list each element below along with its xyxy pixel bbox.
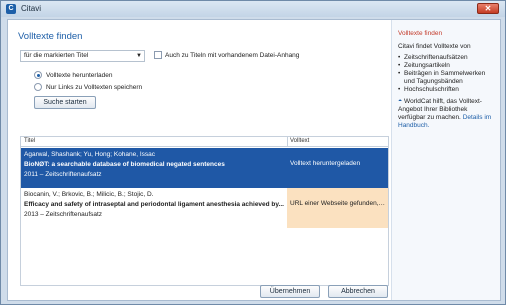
table-row[interactable]: Biocanin, V.; Brkovic, B.; Milicic, B.; … bbox=[21, 188, 388, 228]
list-item: Zeitungsartikeln bbox=[398, 62, 494, 70]
list-item: Hochschulschriften bbox=[398, 86, 494, 94]
row-meta: 2011 – Zeitschriftenaufsatz bbox=[24, 171, 102, 178]
title-bar[interactable]: C Citavi ✕ bbox=[1, 1, 505, 17]
attachment-checkbox-row[interactable]: Auch zu Titeln mit vorhandenem Datei-Anh… bbox=[154, 51, 299, 59]
sidebar-intro: Citavi findet Volltexte von bbox=[398, 43, 471, 50]
table-row[interactable]: Agarwal, Shashank; Yu, Hong; Kohane, Iss… bbox=[21, 148, 388, 188]
fulltext-cell: URL einer Webseite gefunden, v... bbox=[287, 188, 388, 228]
worldcat-note: ◓ WorldCat hilft, das Volltext-Angebot I… bbox=[398, 98, 494, 130]
table-header: Titel Volltext bbox=[21, 137, 388, 147]
row-authors: Agarwal, Shashank; Yu, Hong; Kohane, Iss… bbox=[24, 151, 156, 158]
list-item: Zeitschriftenaufsätzen bbox=[398, 54, 494, 62]
scope-select-value: für die markierten Titel bbox=[24, 52, 89, 59]
column-header-fulltext[interactable]: Volltext bbox=[290, 138, 309, 144]
apply-button[interactable]: Übernehmen bbox=[260, 285, 320, 298]
list-item: Beiträgen in Sammelwerken und Tagungsbän… bbox=[398, 70, 494, 86]
attachment-checkbox[interactable] bbox=[154, 51, 162, 59]
row-meta: 2013 – Zeitschriftenaufsatz bbox=[24, 211, 103, 218]
row-authors: Biocanin, V.; Brkovic, B.; Milicic, B.; … bbox=[24, 191, 154, 198]
attachment-checkbox-label: Auch zu Titeln mit vorhandenem Datei-Anh… bbox=[165, 51, 300, 59]
dialog-content: Volltexte finden für die markierten Tite… bbox=[7, 19, 501, 301]
row-title: BioNØT: a searchable database of biomedi… bbox=[24, 161, 225, 168]
title-cell: Biocanin, V.; Brkovic, B.; Milicic, B.; … bbox=[21, 188, 287, 228]
row-status: Volltext heruntergeladen bbox=[290, 160, 361, 167]
fulltext-cell: Volltext heruntergeladen bbox=[287, 148, 388, 188]
help-sidebar: Volltexte finden Citavi findet Volltexte… bbox=[391, 20, 500, 300]
worldcat-icon: ◓ bbox=[398, 98, 403, 105]
row-title: Efficacy and safety of intraseptal and p… bbox=[24, 201, 284, 208]
window-title: Citavi bbox=[21, 4, 42, 13]
column-divider bbox=[287, 137, 288, 147]
radio-links-label: Nur Links zu Volltexten speichern bbox=[46, 83, 143, 91]
title-cell: Agarwal, Shashank; Yu, Hong; Kohane, Iss… bbox=[21, 148, 287, 188]
radio-download-row[interactable]: Volltexte herunterladen bbox=[34, 71, 113, 79]
citavi-window: C Citavi ✕ Volltexte finden für die mark… bbox=[0, 0, 506, 305]
close-button[interactable]: ✕ bbox=[477, 3, 499, 14]
start-search-button[interactable]: Suche starten bbox=[34, 96, 96, 109]
sidebar-list: Zeitschriftenaufsätzen Zeitungsartikeln … bbox=[398, 54, 494, 94]
dialog-heading: Volltexte finden bbox=[18, 31, 83, 42]
close-icon: ✕ bbox=[484, 4, 492, 13]
radio-links-row[interactable]: Nur Links zu Volltexten speichern bbox=[34, 83, 142, 91]
citavi-app-icon: C bbox=[6, 4, 16, 14]
radio-links[interactable] bbox=[34, 83, 42, 91]
sidebar-title: Volltexte finden bbox=[398, 30, 443, 37]
main-panel: Volltexte finden für die markierten Tite… bbox=[8, 20, 391, 300]
radio-download[interactable] bbox=[34, 71, 42, 79]
radio-download-label: Volltexte herunterladen bbox=[46, 71, 113, 79]
cancel-button[interactable]: Abbrechen bbox=[328, 285, 388, 298]
column-header-title[interactable]: Titel bbox=[24, 138, 35, 144]
row-status: URL einer Webseite gefunden, v... bbox=[290, 200, 386, 207]
scope-select[interactable]: für die markierten Titel ▼ bbox=[20, 50, 145, 62]
results-table: Titel Volltext Agarwal, Shashank; Yu, Ho… bbox=[20, 136, 389, 286]
chevron-down-icon: ▼ bbox=[136, 53, 142, 59]
